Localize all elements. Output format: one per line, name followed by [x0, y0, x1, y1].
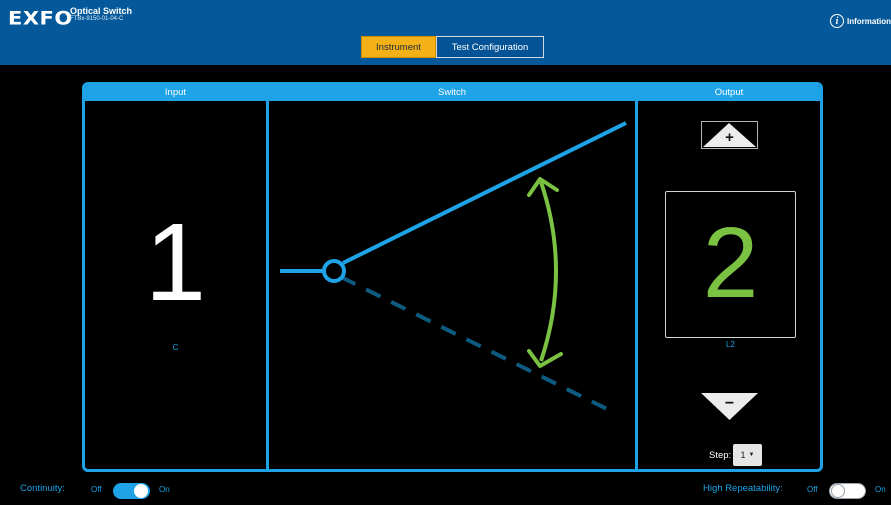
output-port-number: 2 — [702, 207, 759, 319]
switch-panel: Input Switch Output 1 C + 2 L2 − Step: 1… — [82, 82, 823, 472]
app-subtitle: FTBx-9150-01-04-C — [70, 16, 124, 22]
tab-test-configuration[interactable]: Test Configuration — [436, 36, 544, 58]
toggle-knob — [134, 484, 148, 498]
continuity-label: Continuity: — [20, 483, 65, 494]
minus-icon: − — [724, 395, 735, 412]
decrease-output-button[interactable]: − — [701, 393, 758, 421]
app-title: Optical Switch — [70, 6, 133, 16]
output-port-display: 2 — [665, 191, 796, 338]
pivot-circle — [322, 259, 346, 283]
high-repeatability-off-label: Off — [807, 485, 818, 494]
alternate-path-dashed-line — [340, 275, 616, 415]
output-port-label: L2 — [726, 340, 735, 349]
tab-bar: Instrument Test Configuration — [361, 36, 544, 58]
continuity-off-label: Off — [91, 485, 102, 494]
switch-arc-arrow — [539, 181, 558, 362]
tab-instrument[interactable]: Instrument — [361, 36, 436, 58]
high-repeatability-on-label: On — [875, 485, 886, 494]
info-circle-icon: i — [830, 14, 844, 28]
exfo-logo: EXFO — [8, 7, 73, 29]
active-path-line — [342, 121, 627, 265]
step-label: Step: — [709, 450, 732, 461]
header-bar: EXFO Optical Switch FTBx-9150-01-04-C i … — [0, 0, 891, 65]
step-dropdown[interactable]: 1 ▼ — [733, 444, 762, 466]
toggle-knob — [831, 484, 845, 498]
continuity-on-label: On — [159, 485, 170, 494]
high-repeatability-toggle[interactable] — [829, 483, 866, 499]
high-repeatability-label: High Repeatability: — [703, 483, 783, 494]
information-button[interactable]: i Information — [830, 13, 891, 29]
information-label: Information — [847, 16, 891, 26]
plus-icon: + — [725, 129, 734, 146]
chevron-down-icon: ▼ — [748, 452, 755, 458]
step-value: 1 — [740, 450, 746, 460]
continuity-toggle[interactable] — [113, 483, 150, 499]
increase-output-button[interactable]: + — [701, 121, 758, 149]
